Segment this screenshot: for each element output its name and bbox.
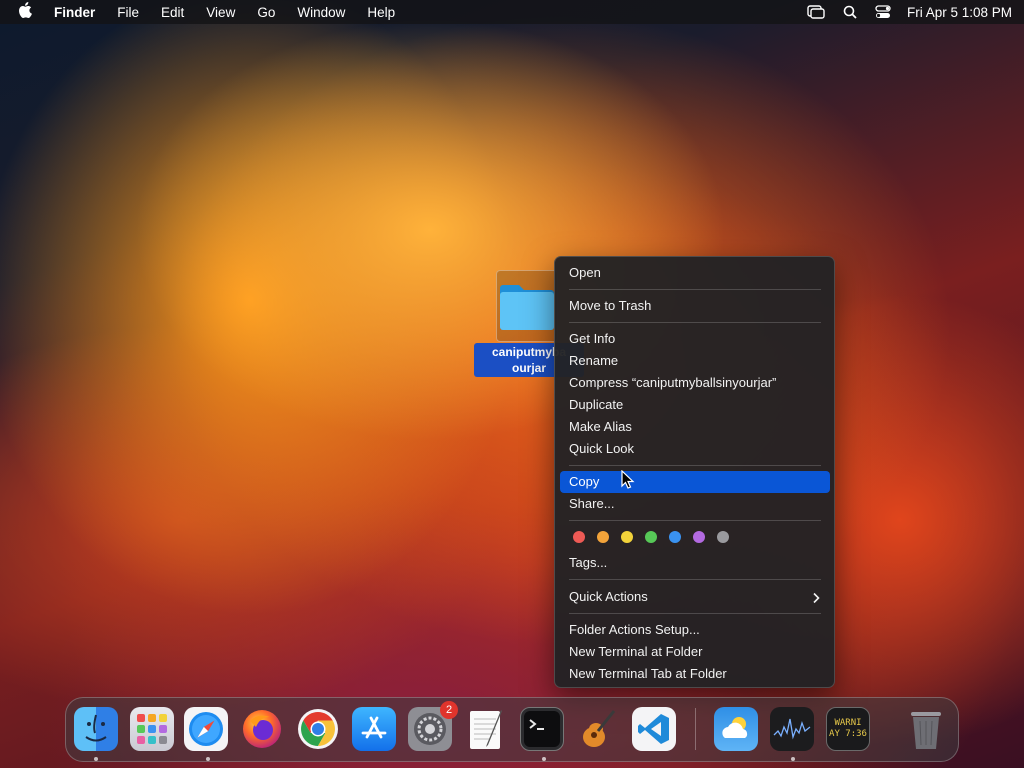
stocks-icon [773,718,811,740]
tag-purple-dot[interactable] [693,531,705,543]
tag-gray-dot[interactable] [717,531,729,543]
menu-item-new-terminal-at-folder[interactable]: New Terminal at Folder [560,641,830,663]
dock-stocks[interactable] [770,707,814,751]
menu-separator [569,579,821,580]
chevron-right-icon [812,586,820,608]
garageband-icon [583,710,616,747]
terminal-icon [524,711,560,747]
menu-separator [569,289,821,290]
control-center-icon[interactable] [875,5,891,19]
menu-item-rename[interactable]: Rename [560,350,830,372]
console-icon: WARNI AY 7:36 [829,718,867,739]
menu-file[interactable]: File [117,5,139,20]
tag-green-dot[interactable] [645,531,657,543]
menu-item-make-alias[interactable]: Make Alias [560,416,830,438]
dock-vscode[interactable] [632,707,676,751]
trash-icon [911,712,941,749]
apple-logo-icon [19,1,32,18]
chrome-icon [298,709,338,749]
menu-item-get-info[interactable]: Get Info [560,328,830,350]
dock-garageband[interactable] [576,707,620,751]
menu-bar-right: Fri Apr 5 1:08 PM [789,5,1012,20]
screen-mirroring-icon[interactable] [807,5,825,19]
menu-window[interactable]: Window [297,5,345,20]
menu-item-move-to-trash[interactable]: Move to Trash [560,295,830,317]
menu-separator [569,520,821,521]
menu-item-share[interactable]: Share... [560,493,830,515]
dock-terminal[interactable] [520,707,564,751]
menu-bar: Finder File Edit View Go Window Help Fri… [0,0,1024,24]
mouse-pointer-icon [621,469,635,495]
dock-trash[interactable] [904,707,948,751]
dock-app-store[interactable] [352,707,396,751]
menu-item-folder-actions-setup[interactable]: Folder Actions Setup... [560,619,830,641]
menu-help[interactable]: Help [367,5,395,20]
menu-item-duplicate[interactable]: Duplicate [560,394,830,416]
menu-item-quick-look[interactable]: Quick Look [560,438,830,460]
dock-textedit[interactable] [464,707,508,751]
safari-icon [189,712,223,746]
vscode-icon [638,714,669,744]
spotlight-search-icon[interactable] [843,5,857,19]
app-store-icon [361,716,387,739]
launchpad-icon [137,714,167,744]
dock-weather[interactable] [714,707,758,751]
menu-edit[interactable]: Edit [161,5,184,20]
menu-item-tags[interactable]: Tags... [560,552,830,574]
dock-system-settings[interactable]: 2 [408,701,458,751]
dock-divider [695,708,696,750]
dock-firefox[interactable] [240,707,284,751]
context-menu: Open Move to Trash Get Info Rename Compr… [554,256,835,688]
tag-blue-dot[interactable] [669,531,681,543]
tag-orange-dot[interactable] [597,531,609,543]
menu-bar-left: Finder File Edit View Go Window Help [18,1,417,23]
folder-selection-box [496,270,558,342]
menu-separator [569,322,821,323]
menu-item-copy[interactable]: Copy [560,471,830,493]
weather-icon [722,717,748,738]
menu-item-quick-actions[interactable]: Quick Actions [560,586,830,608]
notification-badge: 2 [440,701,458,719]
dock-console[interactable]: WARNI AY 7:36 [826,707,870,751]
apple-menu[interactable] [18,1,32,23]
menu-item-new-terminal-tab-at-folder[interactable]: New Terminal Tab at Folder [560,663,830,685]
tag-color-row [573,531,741,543]
menu-item-quick-actions-label: Quick Actions [569,589,648,604]
menu-go[interactable]: Go [257,5,275,20]
firefox-icon [243,710,281,748]
menu-separator [569,465,821,466]
menu-separator [569,613,821,614]
menu-bar-clock[interactable]: Fri Apr 5 1:08 PM [907,5,1012,20]
menu-item-open[interactable]: Open [560,262,830,284]
tag-red-dot[interactable] [573,531,585,543]
folder-icon [500,285,554,330]
finder-icon [85,714,107,742]
dock-running-indicator [94,757,98,761]
dock-running-indicator [206,757,210,761]
menu-app-name[interactable]: Finder [54,5,95,20]
dock-safari[interactable] [184,707,228,751]
dock-running-indicator [542,757,546,761]
menu-item-compress[interactable]: Compress “caniputmyballsinyourjar” [560,372,830,394]
dock-running-indicator [791,757,795,761]
tag-yellow-dot[interactable] [621,531,633,543]
menu-view[interactable]: View [206,5,235,20]
dock-launchpad[interactable] [130,707,174,751]
dock-finder[interactable] [74,707,118,751]
folder-label-line-2: ourjar [511,361,546,375]
dock: 2 WARNI AY 7:36 [65,697,959,762]
textedit-icon [470,710,502,749]
dock-chrome[interactable] [296,707,340,751]
